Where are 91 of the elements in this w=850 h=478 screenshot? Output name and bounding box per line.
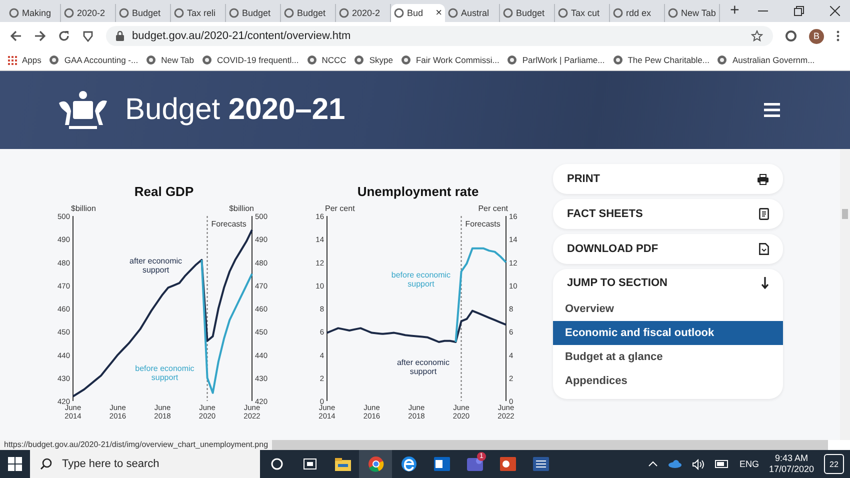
browser-tab[interactable]: Bud × [391, 4, 445, 22]
back-icon[interactable] [10, 30, 22, 42]
site-icon [174, 8, 184, 18]
site-icon [229, 8, 239, 18]
round-browser-icon[interactable] [359, 450, 392, 478]
site-icon [612, 55, 623, 65]
menu-icon[interactable] [764, 103, 780, 117]
file-icon [759, 243, 769, 255]
bookmark-link[interactable]: Fair Work Commissi... [400, 55, 500, 65]
section-link[interactable]: Appendices [553, 369, 783, 393]
site-icon [503, 8, 513, 18]
bookmark-link[interactable]: Apps [8, 55, 42, 65]
section-link[interactable]: Overview [553, 297, 783, 321]
new-tab-button[interactable]: + [730, 2, 740, 20]
profile-avatar[interactable]: B [809, 28, 824, 44]
bookmark-link[interactable]: NCCC [306, 55, 346, 65]
axis-unit-label: $billion [229, 204, 254, 213]
lock-icon [116, 31, 124, 41]
down-arrow-icon [761, 277, 769, 289]
site-icon [9, 8, 19, 18]
site-icon [146, 55, 156, 65]
site-icon [613, 8, 623, 18]
series-label: before economic support [135, 364, 194, 382]
language-indicator[interactable]: ENG [739, 459, 759, 469]
bookmark-link[interactable]: COVID-19 frequentl... [202, 55, 299, 65]
clock-time[interactable]: 9:43 AM [774, 453, 808, 464]
site-icon [400, 55, 411, 65]
horizontal-scrollbar[interactable] [272, 440, 828, 450]
site-icon [64, 8, 74, 18]
site-icon [49, 55, 60, 65]
bookmark-link[interactable]: ParlWork | Parliame... [507, 55, 605, 65]
battery-icon[interactable] [715, 460, 730, 468]
site-icon [119, 8, 129, 18]
maximize-icon[interactable] [794, 6, 804, 16]
site-icon [668, 8, 678, 18]
clock-date[interactable]: 17/07/2020 [768, 464, 814, 475]
site-icon [284, 8, 294, 18]
bookmark-link[interactable]: New Tab [146, 55, 194, 65]
series-label: after economic support [130, 256, 182, 274]
status-url: https://budget.gov.au/2020-21/dist/img/overview_chart_unemployment.png [0, 440, 272, 450]
action-button[interactable]: PRINT [553, 164, 783, 194]
site-icon [354, 55, 364, 65]
menu-dots-icon[interactable] [836, 30, 840, 42]
site-icon [507, 55, 518, 65]
search-icon [40, 458, 52, 470]
section-link[interactable]: Economic and fiscal outlook [553, 321, 783, 345]
bookmark-link[interactable]: The Pew Charitable... [612, 55, 710, 65]
axis-unit-label: Per cent [478, 204, 508, 213]
bookmark-link[interactable]: Skype [354, 55, 393, 65]
site-icon [558, 8, 568, 18]
address-field[interactable]: budget.gov.au/2020-21/content/overview.htm [106, 26, 773, 46]
site-icon [306, 55, 317, 65]
bookmark-link[interactable]: Australian Governm... [717, 55, 815, 65]
close-icon[interactable] [830, 6, 840, 16]
annotation-label: Forecasts [211, 219, 246, 228]
site-icon [448, 8, 458, 18]
action-button[interactable]: DOWNLOAD PDF [553, 234, 783, 264]
reload-icon[interactable] [58, 30, 70, 42]
chat-app-icon[interactable] [466, 457, 482, 471]
site-icon [339, 8, 349, 18]
chart-title: Unemployment rate [357, 185, 479, 199]
site-icon [202, 55, 212, 65]
notification-count[interactable]: 22 [824, 454, 844, 474]
search-field[interactable]: Type here to search [30, 450, 260, 478]
axis-unit-label: $billion [71, 204, 96, 213]
apps-grid-icon [8, 56, 17, 64]
site-icon [717, 55, 728, 65]
cloud-icon[interactable] [668, 460, 682, 468]
windows-logo-icon[interactable] [8, 457, 22, 471]
jump-to-section-toggle[interactable]: JUMP TO SECTION [553, 269, 783, 297]
shield-icon[interactable] [82, 30, 94, 42]
tab-close-button[interactable]: × [436, 7, 442, 19]
series-label: before economic support [391, 270, 451, 288]
axis-unit-label: Per cent [325, 204, 355, 213]
site-title[interactable]: Budget 2020–21 [125, 93, 346, 127]
action-button[interactable]: FACT SHEETS [553, 199, 783, 229]
printer-icon [757, 174, 769, 184]
minimize-icon[interactable] [758, 10, 768, 12]
chevron-up-icon[interactable] [648, 461, 658, 467]
section-link[interactable]: Budget at a glance [553, 345, 783, 369]
site-icon [394, 8, 404, 18]
scrollbar-thumb[interactable] [842, 209, 848, 219]
star-icon[interactable] [751, 30, 763, 42]
series-label: after economic support [396, 358, 450, 376]
extension-icon[interactable] [785, 30, 797, 42]
annotation-label: Forecasts [465, 219, 500, 228]
speaker-icon[interactable] [692, 458, 706, 470]
forward-icon[interactable] [34, 30, 46, 42]
chart-title: Real GDP [134, 185, 194, 199]
document-icon [759, 208, 769, 220]
bookmark-link[interactable]: GAA Accounting -... [49, 55, 138, 65]
